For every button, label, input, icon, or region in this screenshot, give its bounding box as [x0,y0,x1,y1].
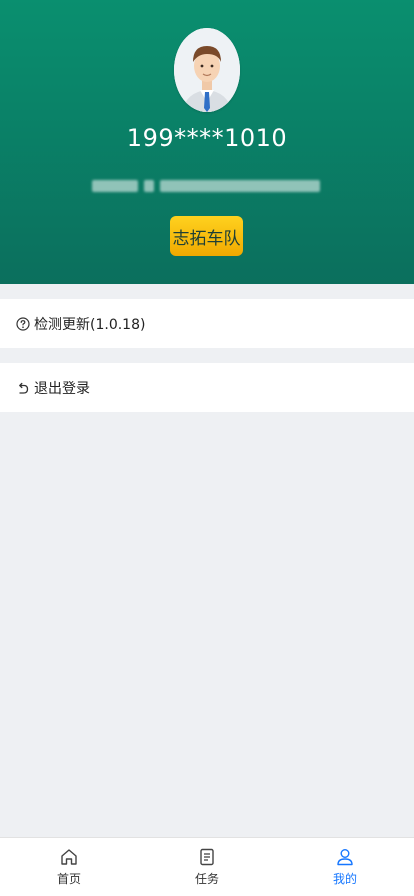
check-update-row[interactable]: 检测更新(1.0.18) [0,299,414,348]
logout-row[interactable]: 退出登录 [0,363,414,412]
user-icon [335,847,355,867]
phone-number: 199****1010 [126,124,288,152]
tab-mine-label: 我的 [332,872,357,886]
profile-header: 199****1010 志拓车队 [0,0,414,284]
tab-home[interactable]: 首页 [29,847,109,887]
check-update-label: 检测更新(1.0.18) [34,316,146,333]
team-badge: 志拓车队 [170,216,243,256]
avatar[interactable] [174,28,240,112]
help-circle-icon [16,316,30,331]
document-icon [197,847,217,867]
bottom-tab-bar: 首页 任务 我的 [0,837,414,896]
logout-label: 退出登录 [34,380,90,397]
tab-tasks[interactable]: 任务 [167,847,247,887]
tab-home-label: 首页 [56,872,81,886]
blurred-info [92,178,322,194]
tab-mine[interactable]: 我的 [305,847,385,887]
person-avatar-icon [174,28,240,112]
home-icon [59,847,79,867]
undo-arrow-icon [16,381,30,395]
tab-tasks-label: 任务 [194,872,219,886]
